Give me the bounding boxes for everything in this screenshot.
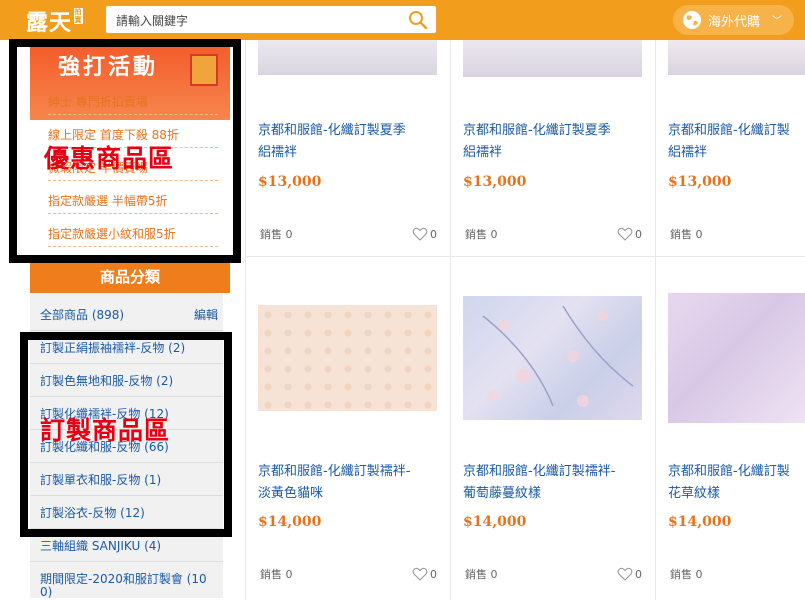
product-sold: 銷售 0 (465, 568, 498, 581)
logo-badge: 拍賣 (74, 8, 84, 24)
product-price: $14,000 (668, 514, 732, 530)
product-title[interactable]: 京都和服館-化纖訂製 花草紋樣 (668, 461, 805, 505)
like-count: 0 (430, 568, 437, 581)
product-title[interactable]: 京都和服館-化纖訂製夏季 絽襦袢 (258, 120, 438, 164)
product-image[interactable] (668, 293, 805, 423)
overseas-purchase-button[interactable]: 海外代購 ﹀ (673, 5, 794, 35)
category-item-wrap[interactable]: 0) (40, 585, 220, 599)
product-sold: 銷售 0 (670, 568, 703, 581)
heart-icon[interactable] (412, 227, 428, 241)
divider (30, 561, 223, 562)
product-price: $14,000 (463, 514, 527, 530)
product-title-line: 京都和服館-化纖訂製襦袢- (463, 464, 616, 479)
like-count: 0 (430, 228, 437, 241)
product-image[interactable] (668, 40, 805, 75)
globe-icon (683, 11, 701, 29)
product-price: $13,000 (668, 174, 732, 190)
product-price: $13,000 (463, 174, 527, 190)
product-title[interactable]: 京都和服館-化纖訂製夏季 絽襦袢 (463, 120, 643, 164)
heart-icon[interactable] (617, 567, 633, 581)
like-count: 0 (635, 568, 642, 581)
category-edit-link[interactable]: 編輯 (194, 306, 218, 323)
category-header: 商品分類 (30, 262, 230, 293)
product-title-line: 絽襦袢 (668, 145, 708, 160)
product-image[interactable] (258, 40, 437, 75)
heart-icon[interactable] (412, 567, 428, 581)
product-title-line: 葡萄藤蔓紋樣 (463, 486, 542, 501)
top-header: 露天拍賣 海外代購 ﹀ (0, 0, 805, 40)
product-image[interactable] (463, 40, 642, 77)
promo-annotation-label: 優惠商品區 (44, 144, 175, 173)
product-sold: 銷售 0 (260, 228, 293, 241)
product-title[interactable]: 京都和服館-化纖訂製襦袢- 葡萄藤蔓紋樣 (463, 461, 643, 505)
category-item[interactable]: 三軸組織 SANJIKU (4) (40, 537, 220, 554)
product-sold: 銷售 0 (465, 228, 498, 241)
heart-icon[interactable] (617, 227, 633, 241)
product-image[interactable] (258, 305, 437, 411)
product-price: $14,000 (258, 514, 322, 530)
product-title[interactable]: 京都和服館-化纖訂製襦袢- 淡黃色貓咪 (258, 461, 438, 505)
product-pattern (482, 305, 634, 407)
like-count: 0 (635, 228, 642, 241)
logo-text: 露天 (26, 11, 73, 36)
search-input[interactable] (114, 9, 398, 32)
product-title-line: 淡黃色貓咪 (258, 486, 324, 501)
product-title-line: 絽襦袢 (258, 145, 298, 160)
product-title-line: 京都和服館-化纖訂製襦袢- (258, 464, 411, 479)
product-title-line: 花草紋樣 (668, 486, 721, 501)
product-image[interactable] (463, 296, 642, 420)
overseas-label: 海外代購 (708, 15, 761, 30)
search-box (105, 5, 437, 34)
product-title-line: 京都和服館-化纖訂製 (668, 464, 790, 479)
product-title-line: 絽襦袢 (463, 145, 503, 160)
product-card[interactable]: 京都和服館-化纖訂製 花草紋樣 $14,000 銷售 0 (656, 257, 805, 581)
product-sold: 銷售 0 (260, 568, 293, 581)
product-card[interactable]: 京都和服館-化纖訂製襦袢- 葡萄藤蔓紋樣 $14,000 銷售 0 0 (451, 257, 656, 581)
chevron-down-icon: ﹀ (772, 16, 782, 27)
product-card[interactable]: 京都和服館-化纖訂製襦袢- 淡黃色貓咪 $14,000 銷售 0 0 (246, 257, 451, 581)
product-price: $13,000 (258, 174, 322, 190)
site-logo[interactable]: 露天 拍賣 (26, 5, 84, 37)
product-sold: 銷售 0 (670, 228, 703, 241)
product-title[interactable]: 京都和服館-化纖訂製 絽襦袢 (668, 120, 805, 164)
search-icon[interactable] (408, 10, 428, 30)
custom-annotation-label: 訂製商品區 (40, 416, 171, 445)
product-title-line: 京都和服館-化纖訂製 (668, 123, 790, 138)
divider (30, 330, 223, 331)
product-title-line: 京都和服館-化纖訂製夏季 (463, 123, 611, 138)
product-title-line: 京都和服館-化纖訂製夏季 (258, 123, 406, 138)
category-all[interactable]: 全部商品 (898) (40, 306, 220, 323)
